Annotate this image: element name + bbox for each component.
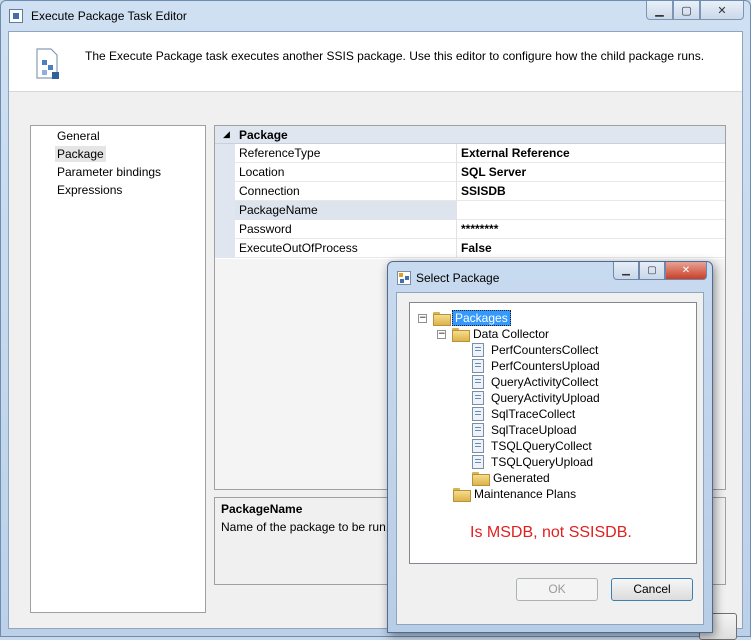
package-tree: − Packages − Data Collector PerfCounters…: [409, 302, 697, 564]
tree-node-package[interactable]: SqlTraceCollect: [472, 406, 577, 422]
tree-node-label: TSQLQueryCollect: [491, 439, 592, 453]
dialog-maximize-button[interactable]: ▢: [639, 262, 665, 280]
tree-node-maintenance-plans[interactable]: Maintenance Plans: [453, 486, 578, 502]
tree-node-label: TSQLQueryUpload: [491, 455, 594, 469]
tree-node-label: SqlTraceUpload: [491, 423, 577, 437]
select-package-dialog: Select Package ▁ ▢ ✕ − Packages − Data C…: [387, 261, 713, 633]
cancel-button[interactable]: Cancel: [611, 578, 693, 601]
tree-node-generated[interactable]: Generated: [472, 470, 552, 486]
property-row-password[interactable]: Password ********: [235, 220, 725, 239]
package-file-icon: [472, 359, 484, 373]
tree-node-label: Maintenance Plans: [474, 487, 577, 501]
dialog-close-button[interactable]: ✕: [665, 262, 707, 280]
tree-node-label: SqlTraceCollect: [491, 407, 576, 421]
tree-node-label: PerfCountersCollect: [491, 343, 599, 357]
nav-item-package[interactable]: Package: [55, 146, 106, 162]
tree-node-label: QueryActivityCollect: [491, 375, 599, 389]
tree-node-label: QueryActivityUpload: [491, 391, 600, 405]
tree-node-label: Packages: [452, 310, 511, 326]
open-folder-icon: [452, 328, 470, 342]
help-description: Name of the package to be run,: [221, 520, 390, 534]
collapse-toggle-icon[interactable]: −: [418, 313, 427, 323]
property-name: Location: [235, 163, 457, 182]
tree-node-package[interactable]: QueryActivityCollect: [472, 374, 600, 390]
grid-left-margin: [215, 144, 235, 258]
tree-node-package[interactable]: PerfCountersUpload: [472, 358, 602, 374]
open-folder-icon: [433, 312, 451, 326]
package-file-icon: [472, 407, 484, 421]
close-button[interactable]: ✕: [700, 1, 744, 20]
dialog-client-area: − Packages − Data Collector PerfCounters…: [396, 292, 704, 625]
property-name: PackageName: [235, 201, 457, 220]
header-band: The Execute Package task executes anothe…: [9, 32, 742, 92]
nav-item-parameter-bindings[interactable]: Parameter bindings: [55, 164, 163, 180]
caption-buttons: ▁ ▢ ✕: [646, 1, 744, 20]
property-value[interactable]: False: [461, 241, 492, 255]
property-name: ReferenceType: [235, 144, 457, 163]
dialog-app-icon: [397, 271, 411, 285]
page-navigation: General Package Parameter bindings Expre…: [30, 125, 206, 613]
tree-node-label: PerfCountersUpload: [491, 359, 600, 373]
nav-item-general[interactable]: General: [55, 128, 102, 144]
help-title: PackageName: [221, 502, 303, 516]
package-file-icon: [472, 455, 484, 469]
property-value[interactable]: SSISDB: [461, 184, 506, 198]
dialog-caption-buttons: ▁ ▢ ✕: [613, 262, 707, 280]
tree-node-packages[interactable]: − Packages: [418, 310, 511, 326]
folder-icon: [472, 472, 490, 486]
collapse-toggle-icon[interactable]: −: [437, 329, 446, 339]
tree-node-package[interactable]: PerfCountersCollect: [472, 342, 600, 358]
task-description: The Execute Package task executes anothe…: [85, 49, 705, 63]
minimize-button[interactable]: ▁: [646, 1, 673, 20]
property-value[interactable]: SQL Server: [461, 165, 526, 179]
property-row-location[interactable]: Location SQL Server: [235, 163, 725, 182]
property-row-connection[interactable]: Connection SSISDB: [235, 182, 725, 201]
property-row-packagename[interactable]: PackageName: [235, 201, 725, 220]
tree-node-data-collector[interactable]: − Data Collector: [437, 326, 551, 342]
tree-node-label: Generated: [493, 471, 550, 485]
grid-category-label: Package: [239, 128, 288, 142]
package-file-icon: [472, 391, 484, 405]
dialog-title: Select Package: [416, 271, 500, 285]
tree-node-package[interactable]: TSQLQueryUpload: [472, 454, 595, 470]
tree-node-package[interactable]: QueryActivityUpload: [472, 390, 602, 406]
folder-icon: [453, 488, 471, 502]
property-name: Connection: [235, 182, 457, 201]
annotation-note: Is MSDB, not SSISDB.: [470, 524, 632, 541]
package-file-icon: [472, 423, 484, 437]
package-task-icon: [36, 48, 59, 79]
package-file-icon: [472, 375, 484, 389]
tree-node-package[interactable]: TSQLQueryCollect: [472, 438, 594, 454]
maximize-button[interactable]: ▢: [673, 1, 700, 20]
grid-category-header[interactable]: ◢ Package: [215, 126, 725, 144]
dialog-minimize-button[interactable]: ▁: [613, 262, 639, 280]
package-file-icon: [472, 343, 484, 357]
app-icon: [9, 9, 23, 23]
property-value[interactable]: External Reference: [461, 146, 570, 160]
collapse-arrow-icon[interactable]: ◢: [223, 129, 230, 140]
property-row-executeoutofprocess[interactable]: ExecuteOutOfProcess False: [235, 239, 725, 258]
property-name: Password: [235, 220, 457, 239]
property-value[interactable]: ********: [461, 222, 498, 236]
package-file-icon: [472, 439, 484, 453]
title-bar[interactable]: Execute Package Task Editor ▁ ▢ ✕: [1, 1, 750, 31]
property-row-referencetype[interactable]: ReferenceType External Reference: [235, 144, 725, 163]
tree-node-label: Data Collector: [473, 327, 550, 341]
tree-node-package[interactable]: SqlTraceUpload: [472, 422, 579, 438]
ok-button[interactable]: OK: [516, 578, 598, 601]
property-name: ExecuteOutOfProcess: [235, 239, 457, 258]
window-title: Execute Package Task Editor: [31, 9, 187, 23]
nav-item-expressions[interactable]: Expressions: [55, 182, 124, 198]
